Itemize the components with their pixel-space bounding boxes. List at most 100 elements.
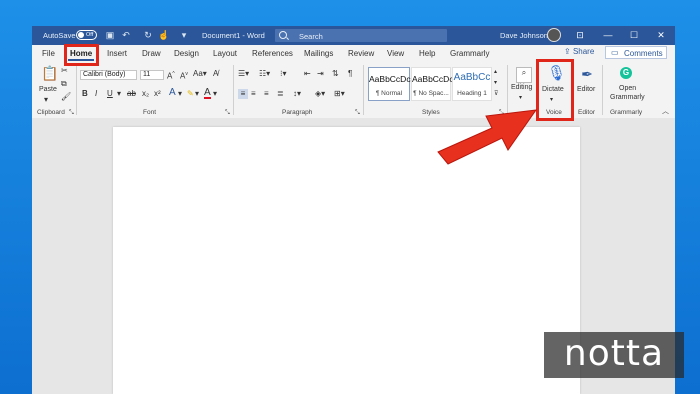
share-button[interactable]: ⇪ Share <box>564 47 594 59</box>
text-effects-icon[interactable]: A <box>169 88 176 98</box>
arrow-icon <box>437 109 538 165</box>
share-icon: ⇪ <box>564 47 571 56</box>
maximize-icon[interactable]: ☐ <box>628 29 640 41</box>
find-icon[interactable]: ⌕ <box>516 67 532 83</box>
grammarly-icon[interactable]: G <box>620 67 632 79</box>
decrease-indent-icon[interactable]: ⇤ <box>304 69 311 79</box>
autosave-state: Off <box>86 31 94 38</box>
tab-design[interactable]: Design <box>174 49 199 58</box>
paste-dropdown-icon[interactable]: ▾ <box>44 95 48 105</box>
tab-grammarly[interactable]: Grammarly <box>450 49 490 58</box>
subscript-icon[interactable]: x₂ <box>142 89 149 99</box>
dialog-launcher-icon[interactable]: ⤡ <box>355 108 360 118</box>
ribbon-tabs: File Home Insert Draw Design Layout Refe… <box>32 45 675 62</box>
clear-formatting-icon[interactable]: A̸ <box>213 69 218 79</box>
search-box[interactable]: Search <box>275 29 447 42</box>
justify-icon[interactable]: ≣ <box>277 89 284 99</box>
editor-icon[interactable]: ✒ <box>580 65 594 83</box>
font-color-dropdown-icon[interactable]: ▾ <box>213 89 217 99</box>
line-spacing-icon[interactable]: ↕▾ <box>293 89 301 99</box>
superscript-icon[interactable]: x² <box>154 89 161 99</box>
group-label-editor: Editor <box>578 109 595 116</box>
text-effects-dropdown-icon[interactable]: ▾ <box>178 89 182 99</box>
underline-icon[interactable]: U <box>107 89 113 99</box>
font-name-select[interactable]: Calibri (Body) <box>80 70 137 80</box>
sort-icon[interactable]: ⇅ <box>332 69 339 79</box>
title-bar: AutoSave Off ▣ ↶ ↻ ☝ ▾ Document1 - Word … <box>32 26 675 45</box>
shading-icon[interactable]: ◈▾ <box>315 89 325 99</box>
highlight-dropdown-icon[interactable]: ▾ <box>195 89 199 99</box>
tab-help[interactable]: Help <box>419 49 435 58</box>
style-normal[interactable]: AaBbCcDc ¶ Normal <box>368 67 411 101</box>
editing-label[interactable]: Editing <box>511 84 532 91</box>
font-color-icon[interactable]: A <box>204 88 211 99</box>
paste-label[interactable]: Paste <box>39 86 57 93</box>
change-case-icon[interactable]: Aa▾ <box>193 69 207 79</box>
style-name: ¶ Normal <box>375 90 403 97</box>
collapse-ribbon-icon[interactable]: ︿ <box>662 107 669 117</box>
underline-dropdown-icon[interactable]: ▾ <box>117 89 121 99</box>
home-tab-highlight <box>64 44 99 66</box>
ribbon: 📋 Paste ▾ ✂ ⧉ 🖌 Clipboard ⤡ Calibri (Bod… <box>32 62 675 119</box>
style-preview: AaBbCcDc <box>369 74 411 84</box>
editor-label[interactable]: Editor <box>577 86 595 93</box>
font-size-select[interactable]: 11 <box>140 70 164 80</box>
paste-icon[interactable]: 📋 <box>41 66 58 84</box>
grow-font-icon[interactable]: A^ <box>167 69 175 82</box>
divider <box>76 65 77 115</box>
tab-review[interactable]: Review <box>348 49 374 58</box>
font-name-value: Calibri (Body) <box>83 71 126 78</box>
customize-toolbar-icon[interactable]: ▾ <box>179 30 189 40</box>
ribbon-display-options-icon[interactable]: ⊡ <box>574 29 586 41</box>
align-right-icon[interactable]: ≡ <box>264 89 269 99</box>
avatar[interactable] <box>547 28 561 42</box>
group-label-clipboard: Clipboard <box>37 109 65 116</box>
align-center-icon[interactable]: ≡ <box>251 89 256 99</box>
increase-indent-icon[interactable]: ⇥ <box>317 69 324 79</box>
user-name[interactable]: Dave Johnson <box>500 31 548 40</box>
redo-icon[interactable]: ↻ <box>143 30 153 40</box>
undo-icon[interactable]: ↶ <box>121 30 131 40</box>
dictate-highlight <box>536 59 574 121</box>
comments-button[interactable]: ▭ Comments <box>605 46 667 59</box>
tab-view[interactable]: View <box>387 49 404 58</box>
styles-scroll-down-icon[interactable]: ▾ <box>494 78 497 88</box>
autosave-label: AutoSave <box>43 31 76 40</box>
copy-icon[interactable]: ⧉ <box>61 79 67 89</box>
borders-icon[interactable]: ⊞▾ <box>334 89 345 99</box>
italic-icon[interactable]: I <box>95 89 97 99</box>
styles-scroll-up-icon[interactable]: ▴ <box>494 67 497 77</box>
show-formatting-icon[interactable]: ¶ <box>348 69 352 79</box>
grammarly-label-line1[interactable]: Open <box>619 85 636 92</box>
shrink-font-icon[interactable]: Av <box>180 69 188 82</box>
search-icon <box>279 31 287 39</box>
search-placeholder: Search <box>299 31 323 41</box>
format-painter-icon[interactable]: 🖌 <box>61 92 71 102</box>
align-left-icon[interactable]: ≡ <box>238 89 248 99</box>
tab-mailings[interactable]: Mailings <box>304 49 333 58</box>
save-icon[interactable]: ▣ <box>105 30 115 40</box>
highlight-icon[interactable]: ✎ <box>187 89 194 99</box>
bullets-icon[interactable]: ☰▾ <box>238 69 249 79</box>
autosave-toggle[interactable]: Off <box>76 30 97 40</box>
dialog-launcher-icon[interactable]: ⤡ <box>69 108 74 118</box>
dialog-launcher-icon[interactable]: ⤡ <box>225 108 230 118</box>
group-label-paragraph: Paragraph <box>282 109 313 116</box>
divider <box>233 65 234 115</box>
cut-icon[interactable]: ✂ <box>61 66 68 76</box>
numbering-icon[interactable]: ☷▾ <box>259 69 270 79</box>
bold-icon[interactable]: B <box>82 89 88 99</box>
document-title: Document1 - Word <box>202 31 265 40</box>
multilevel-list-icon[interactable]: ⁝▾ <box>280 69 287 79</box>
touch-mode-icon[interactable]: ☝ <box>158 30 169 40</box>
tab-layout[interactable]: Layout <box>213 49 237 58</box>
grammarly-label-line2[interactable]: Grammarly <box>610 94 645 101</box>
minimize-icon[interactable]: — <box>602 29 614 41</box>
tab-file[interactable]: File <box>42 49 55 58</box>
close-icon[interactable]: ✕ <box>655 29 667 41</box>
strikethrough-icon[interactable]: ab <box>127 89 136 99</box>
tab-draw[interactable]: Draw <box>142 49 161 58</box>
tab-references[interactable]: References <box>252 49 293 58</box>
divider <box>363 65 364 115</box>
tab-insert[interactable]: Insert <box>107 49 127 58</box>
